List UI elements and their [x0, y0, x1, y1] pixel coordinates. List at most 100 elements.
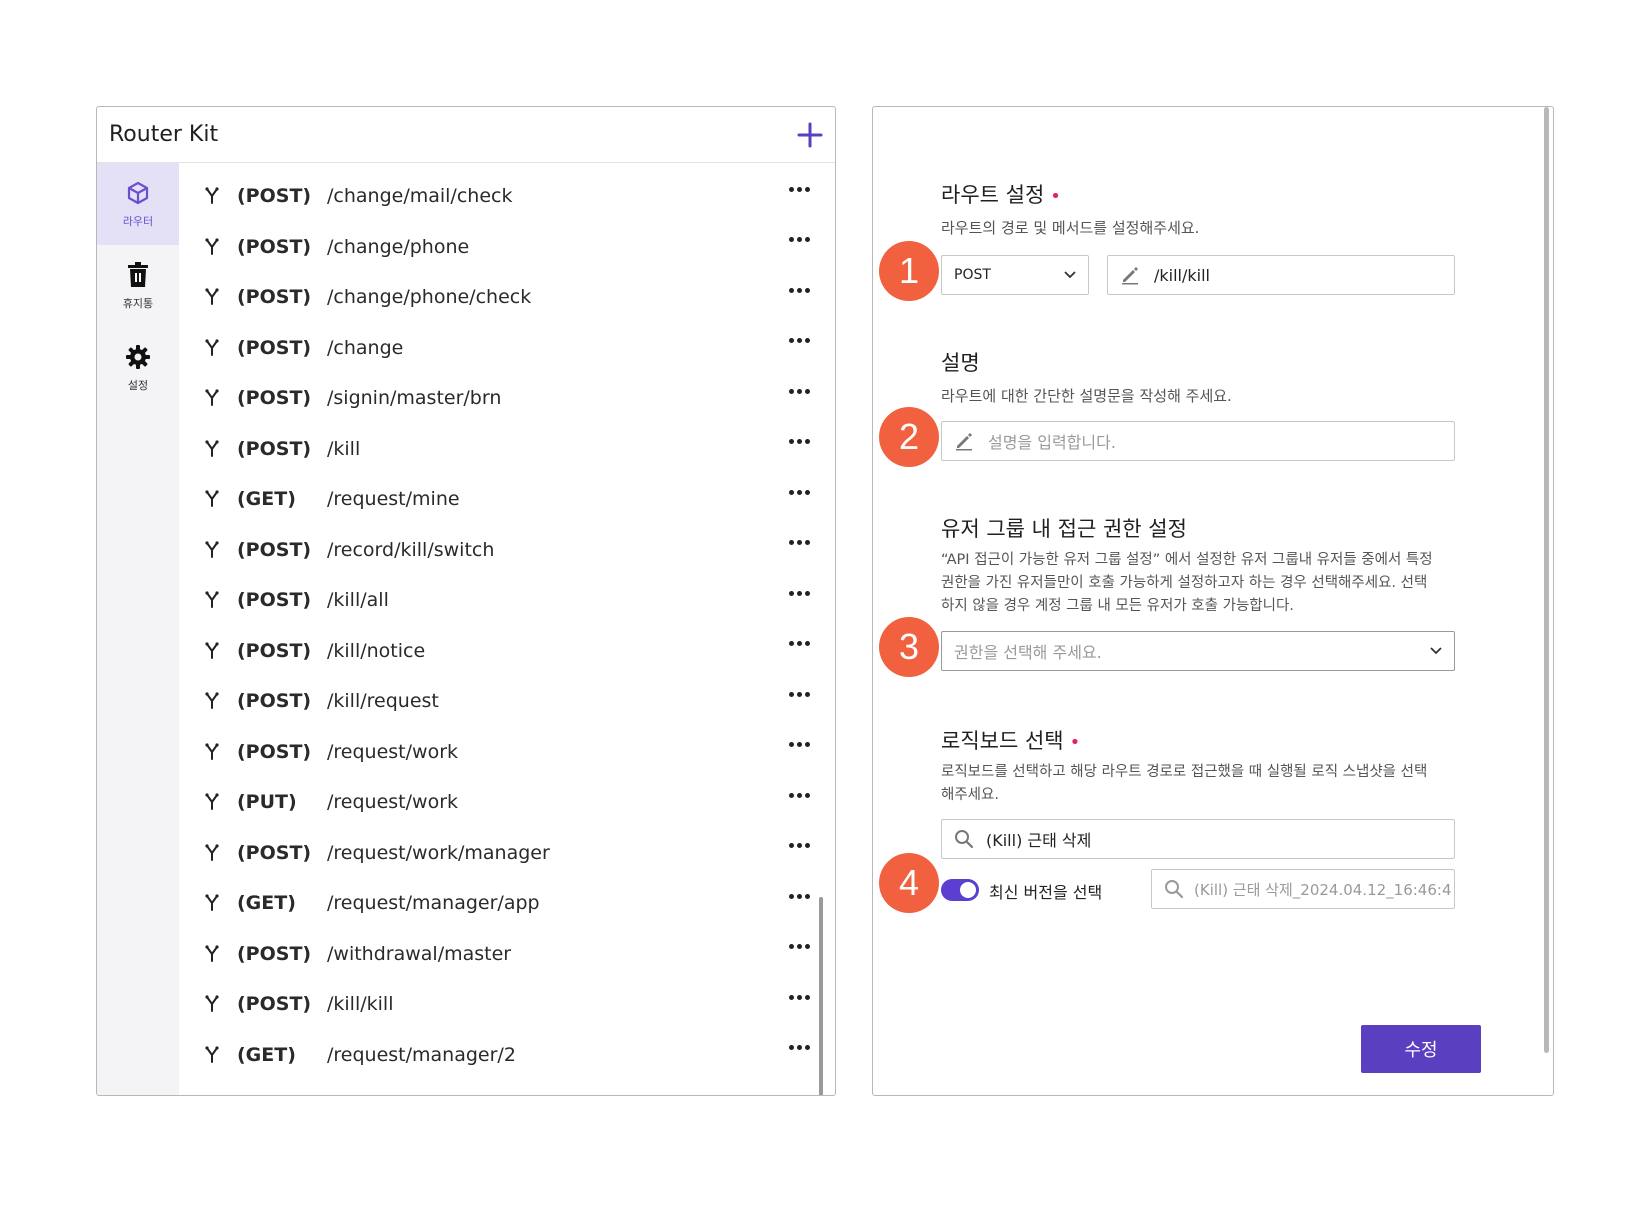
access-title: 유저 그룹 내 접근 권한 설정: [941, 517, 1187, 541]
sidebar-item-label: 휴지통: [122, 297, 154, 310]
route-method: (POST): [237, 235, 312, 258]
route-method: (GET): [237, 892, 296, 915]
search-icon: [1165, 880, 1184, 899]
more-options-icon[interactable]: [781, 987, 817, 1007]
route-row[interactable]: (POST) /kill/all: [179, 575, 821, 626]
route-path: /request/mine: [327, 488, 460, 511]
route-row[interactable]: (POST) /request/work/manager: [179, 828, 821, 879]
more-options-icon[interactable]: [781, 331, 817, 351]
route-method: (POST): [237, 286, 312, 309]
route-path: /request/work/manager: [327, 841, 550, 864]
more-options-icon[interactable]: [781, 836, 817, 856]
branch-icon: [201, 440, 223, 458]
branch-icon: [201, 793, 223, 811]
route-row[interactable]: (POST) /change/phone/check: [179, 272, 821, 323]
route-row[interactable]: (PUT) /request/work: [179, 777, 821, 828]
route-list: (POST) /change/mail/check (POST) /change/ph…: [179, 163, 821, 1095]
sidebar-item-trash[interactable]: 휴지통: [97, 245, 179, 327]
route-method: (POST): [237, 841, 312, 864]
route-row[interactable]: (POST) /record/kill/switch: [179, 525, 821, 576]
required-mark: •: [1069, 732, 1081, 753]
logicboard-search-input[interactable]: (Kill) 근태 삭제: [941, 819, 1455, 859]
sidebar-item-settings[interactable]: 설정: [97, 327, 179, 409]
more-options-icon[interactable]: [781, 432, 817, 452]
pencil-icon: [956, 433, 972, 451]
step-badge-1: 1: [879, 241, 939, 301]
route-path-input[interactable]: /kill/kill: [1107, 255, 1455, 295]
logicboard-desc: 로직보드를 선택하고 해당 라우트 경로로 접근했을 때 실행될 로직 스냅샷을…: [941, 761, 1427, 807]
more-options-icon[interactable]: [781, 684, 817, 704]
add-route-button[interactable]: [795, 120, 825, 150]
chevron-down-icon: [1064, 271, 1076, 279]
latest-version-toggle[interactable]: [941, 879, 979, 901]
more-options-icon[interactable]: [781, 634, 817, 654]
method-select[interactable]: POST: [941, 255, 1089, 295]
logicboard-desc-line: 해주세요.: [941, 787, 999, 803]
more-options-icon[interactable]: [781, 886, 817, 906]
route-row[interactable]: (POST) /change: [179, 323, 821, 374]
step-badge-3: 3: [879, 617, 939, 677]
route-method: (PUT): [237, 791, 297, 814]
route-edit-panel: 라우트 설정 • 라우트의 경로 및 메서드를 설정해주세요. 1 POST /k…: [872, 106, 1554, 1096]
more-options-icon[interactable]: [781, 583, 817, 603]
branch-icon: [201, 238, 223, 256]
route-settings-desc: 라우트의 경로 및 메서드를 설정해주세요.: [941, 219, 1200, 237]
more-options-icon[interactable]: [781, 179, 817, 199]
form-scrollbar[interactable]: [1544, 107, 1549, 1053]
description-input[interactable]: 설명을 입력합니다.: [941, 421, 1455, 461]
route-list-scrollbar[interactable]: [819, 897, 823, 1095]
toggle-knob: [960, 882, 976, 898]
logicboard-value: (Kill) 근태 삭제: [986, 831, 1092, 850]
route-path: /signin/master/brn: [327, 387, 502, 410]
logicboard-desc-line: 로직보드를 선택하고 해당 라우트 경로로 접근했을 때 실행될 로직 스냅샷을…: [941, 764, 1428, 780]
route-row[interactable]: (POST) /kill/kill: [179, 979, 821, 1030]
permission-select[interactable]: 권한을 선택해 주세요.: [941, 631, 1455, 671]
route-row[interactable]: (POST) /change/mail/check: [179, 171, 821, 222]
access-desc-line: 권한을 가진 유저들만이 호출 가능하게 설정하고자 하는 경우 선택해주세요.…: [941, 575, 1428, 591]
route-method: (POST): [237, 387, 312, 410]
more-options-icon[interactable]: [781, 280, 817, 300]
route-method: (POST): [237, 690, 312, 713]
route-method: (POST): [237, 639, 312, 662]
route-row[interactable]: (GET) /request/mine: [179, 474, 821, 525]
branch-icon: [201, 692, 223, 710]
route-row[interactable]: (POST) /request/work: [179, 727, 821, 778]
sidebar-item-router[interactable]: 라우터: [97, 163, 179, 245]
branch-icon: [201, 945, 223, 963]
route-path: /kill/notice: [327, 639, 426, 662]
route-row[interactable]: (POST) /withdrawal/master: [179, 929, 821, 980]
method-select-value: POST: [954, 267, 991, 283]
gear-icon: [124, 343, 152, 371]
more-options-icon[interactable]: [781, 785, 817, 805]
step-badge-4: 4: [879, 853, 939, 913]
logicboard-title: 로직보드 선택 •: [941, 725, 1080, 755]
snapshot-search-input[interactable]: (Kill) 근태 삭제_2024.04.12_16:46:4: [1151, 869, 1455, 909]
route-row[interactable]: (GET) /request/manager/2: [179, 1030, 821, 1081]
route-row[interactable]: (POST) /kill/notice: [179, 626, 821, 677]
more-options-icon[interactable]: [781, 230, 817, 250]
chevron-down-icon: [1430, 647, 1442, 655]
branch-icon: [201, 389, 223, 407]
more-options-icon[interactable]: [781, 937, 817, 957]
route-row[interactable]: (GET) /request/manager/app: [179, 878, 821, 929]
route-path: /kill/request: [327, 690, 439, 713]
branch-icon: [201, 894, 223, 912]
route-row[interactable]: (POST) /change/phone: [179, 222, 821, 273]
route-method: (POST): [237, 538, 312, 561]
branch-icon: [201, 288, 223, 306]
more-options-icon[interactable]: [781, 735, 817, 755]
access-desc-line: 하지 않을 경우 계정 그룹 내 모든 유저가 호출 가능합니다.: [941, 598, 1294, 614]
branch-icon: [201, 743, 223, 761]
more-options-icon[interactable]: [781, 482, 817, 502]
more-options-icon[interactable]: [781, 1038, 817, 1058]
description-title: 설명: [941, 351, 980, 375]
more-options-icon[interactable]: [781, 381, 817, 401]
route-row[interactable]: (POST) /kill/request: [179, 676, 821, 727]
route-row[interactable]: (POST) /kill: [179, 424, 821, 475]
branch-icon: [201, 187, 223, 205]
route-row[interactable]: (POST) /signin/master/brn: [179, 373, 821, 424]
more-options-icon[interactable]: [781, 533, 817, 553]
submit-button[interactable]: 수정: [1361, 1025, 1481, 1073]
latest-version-label: 최신 버전을 선택: [989, 883, 1103, 902]
route-path-value: /kill/kill: [1154, 265, 1210, 285]
